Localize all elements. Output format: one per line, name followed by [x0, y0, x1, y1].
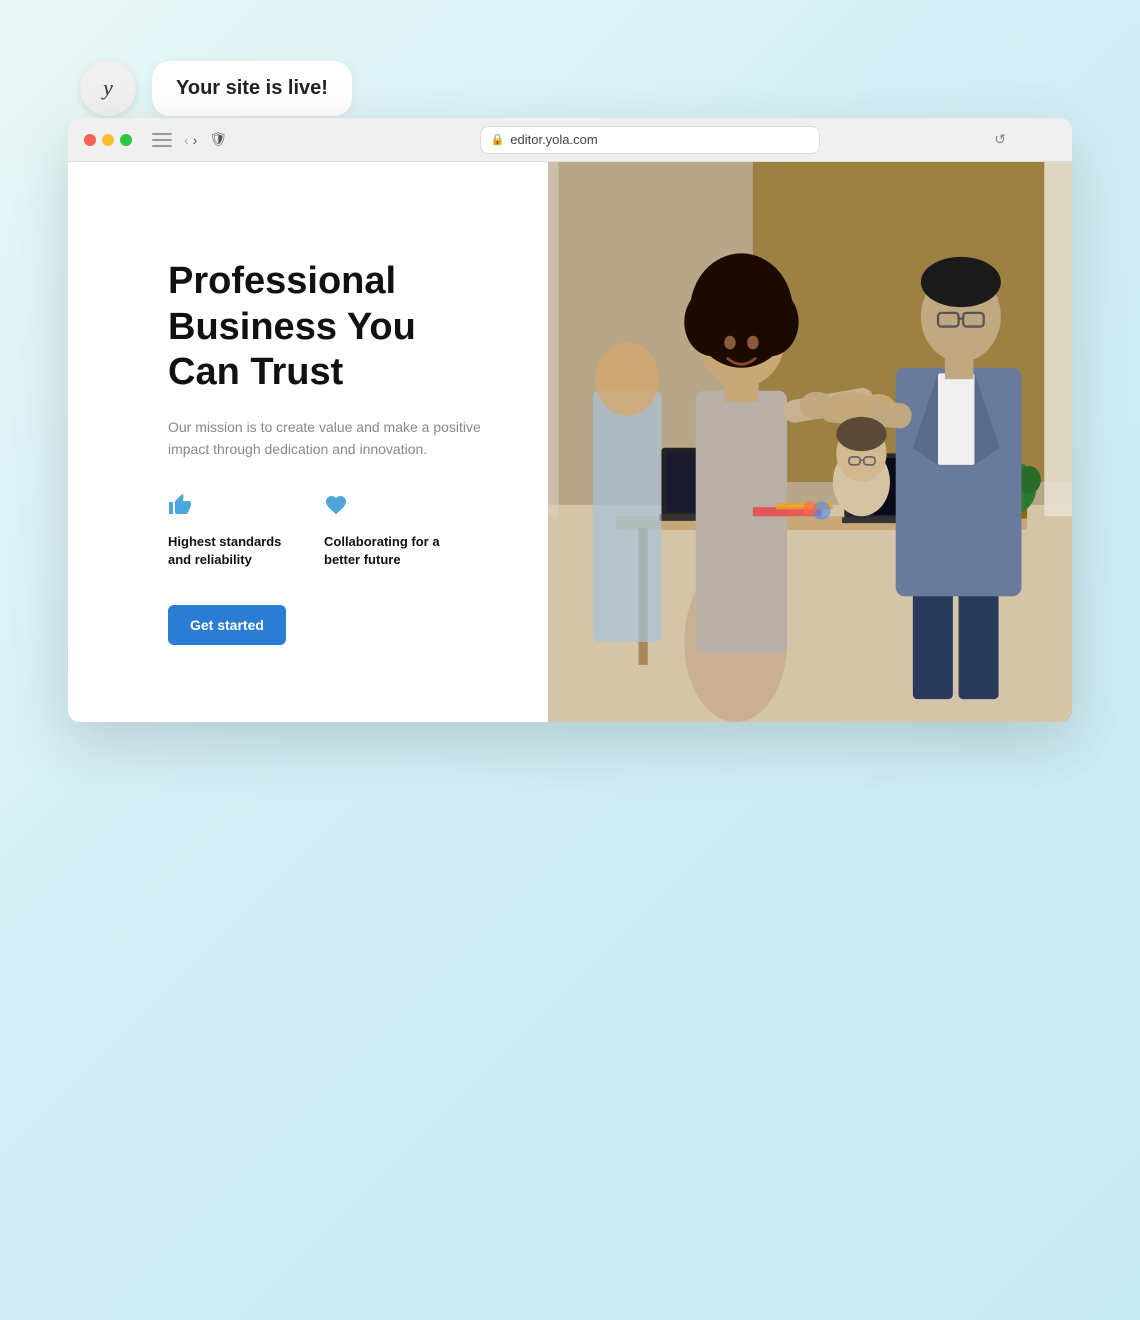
forward-arrow-icon[interactable]: ›: [193, 132, 198, 148]
feature-collaborating-label: Collaborating for a better future: [324, 533, 444, 569]
system-message: Your site is live!: [152, 61, 352, 116]
minimize-button[interactable]: [102, 134, 114, 146]
hero-image: [548, 162, 1072, 722]
thumbs-up-icon: [168, 493, 288, 523]
close-button[interactable]: [84, 134, 96, 146]
nav-arrows: ‹ ›: [184, 132, 197, 148]
hero-left: Professional Business You Can Trust Our …: [68, 162, 548, 722]
refresh-icon[interactable]: ↺: [994, 131, 1006, 148]
back-arrow-icon[interactable]: ‹: [184, 132, 189, 148]
get-started-button[interactable]: Get started: [168, 605, 286, 645]
traffic-lights: [84, 134, 132, 146]
features-row: Highest standards and reliability Collab…: [168, 493, 488, 569]
sidebar-toggle-icon[interactable]: [152, 133, 172, 147]
hero-title: Professional Business You Can Trust: [168, 259, 488, 396]
hero-right: [548, 162, 1072, 722]
browser-window: ‹ › 🛡 🔒 editor.yola.com ↺ Professional B…: [68, 118, 1072, 722]
hero-description: Our mission is to create value and make …: [168, 416, 488, 461]
address-bar-wrapper: 🔒 editor.yola.com ↺: [243, 126, 1056, 154]
lock-icon: 🔒: [491, 133, 505, 146]
feature-standards: Highest standards and reliability: [168, 493, 288, 569]
yola-avatar: y: [80, 60, 136, 116]
feature-collaborating: Collaborating for a better future: [324, 493, 444, 569]
address-bar[interactable]: 🔒 editor.yola.com: [480, 126, 820, 154]
browser-toolbar: ‹ › 🛡 🔒 editor.yola.com ↺: [68, 118, 1072, 162]
feature-standards-label: Highest standards and reliability: [168, 533, 288, 569]
url-text: editor.yola.com: [510, 132, 597, 147]
heart-icon: [324, 493, 444, 523]
browser-content: Professional Business You Can Trust Our …: [68, 162, 1072, 722]
system-chat-bubble: y Your site is live!: [80, 60, 352, 116]
security-icon: 🛡: [209, 131, 227, 148]
maximize-button[interactable]: [120, 134, 132, 146]
